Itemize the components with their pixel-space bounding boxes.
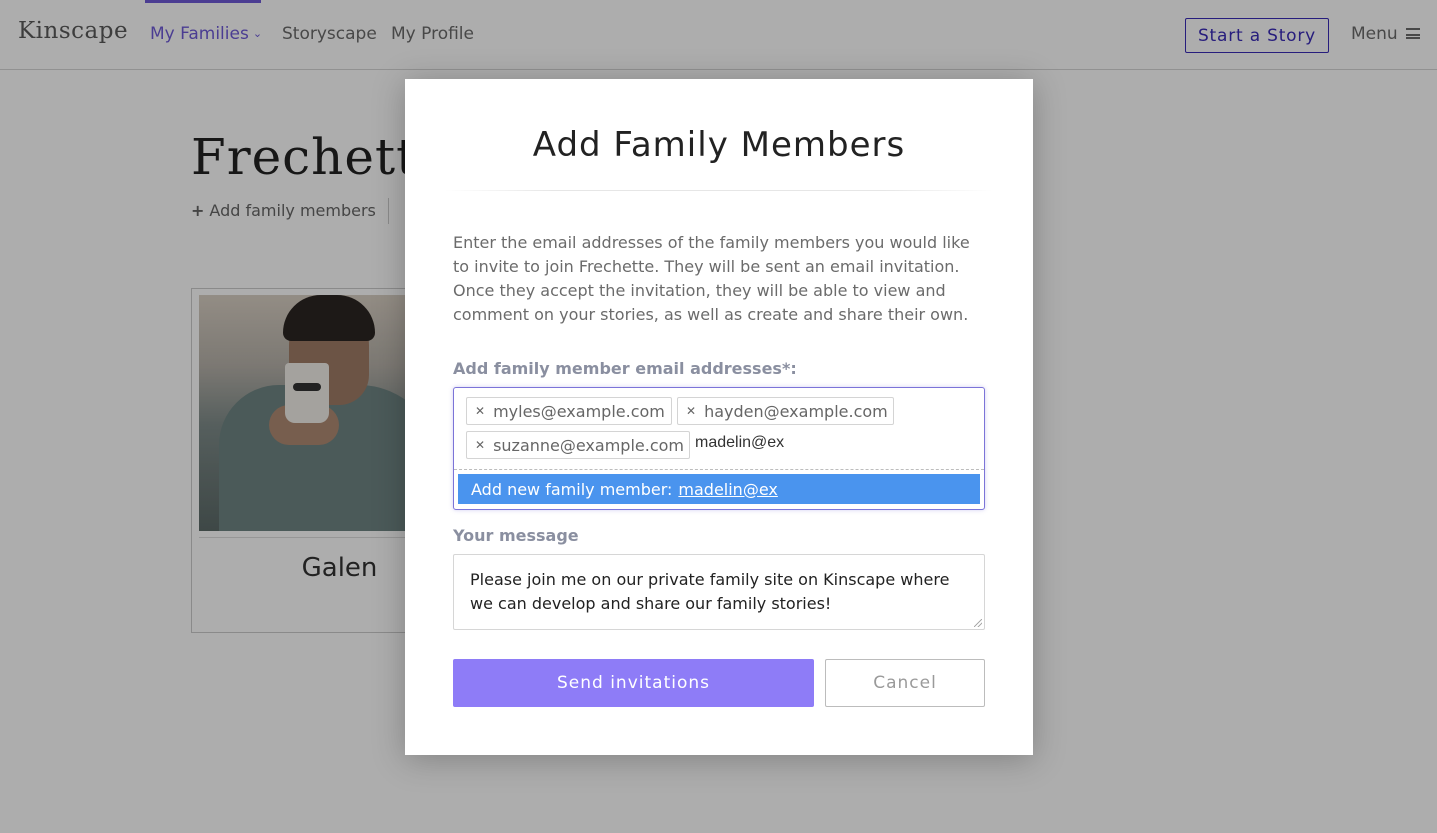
- message-textarea[interactable]: Please join me on our private family sit…: [453, 554, 985, 630]
- add-family-members-modal: Add Family Members Enter the email addre…: [405, 79, 1033, 755]
- message-label: Your message: [453, 526, 579, 545]
- email-tag: ✕ suzanne@example.com: [466, 431, 690, 459]
- email-tag: ✕ hayden@example.com: [677, 397, 894, 425]
- email-tag-label: suzanne@example.com: [493, 435, 684, 455]
- remove-tag-icon[interactable]: ✕: [475, 438, 485, 452]
- send-invitations-button[interactable]: Send invitations: [453, 659, 814, 707]
- email-tags-input[interactable]: ✕ myles@example.com ✕ hayden@example.com…: [453, 387, 985, 510]
- modal-title: Add Family Members: [532, 125, 906, 165]
- cancel-button[interactable]: Cancel: [825, 659, 985, 707]
- option-prefix: Add new family member:: [471, 479, 673, 499]
- option-value: madelin@ex: [678, 479, 778, 499]
- email-tag: ✕ myles@example.com: [466, 397, 672, 425]
- remove-tag-icon[interactable]: ✕: [686, 404, 696, 418]
- title-divider: [445, 190, 993, 191]
- email-typed-text[interactable]: madelin@ex: [695, 434, 784, 452]
- dropdown-separator: [454, 469, 984, 470]
- email-tag-label: hayden@example.com: [704, 401, 888, 421]
- remove-tag-icon[interactable]: ✕: [475, 404, 485, 418]
- email-tag-label: myles@example.com: [493, 401, 665, 421]
- modal-description: Enter the email addresses of the family …: [453, 233, 970, 324]
- resize-handle-icon[interactable]: [974, 619, 982, 627]
- emails-label: Add family member email addresses*:: [453, 359, 797, 378]
- add-new-member-option[interactable]: Add new family member: madelin@ex: [458, 474, 980, 504]
